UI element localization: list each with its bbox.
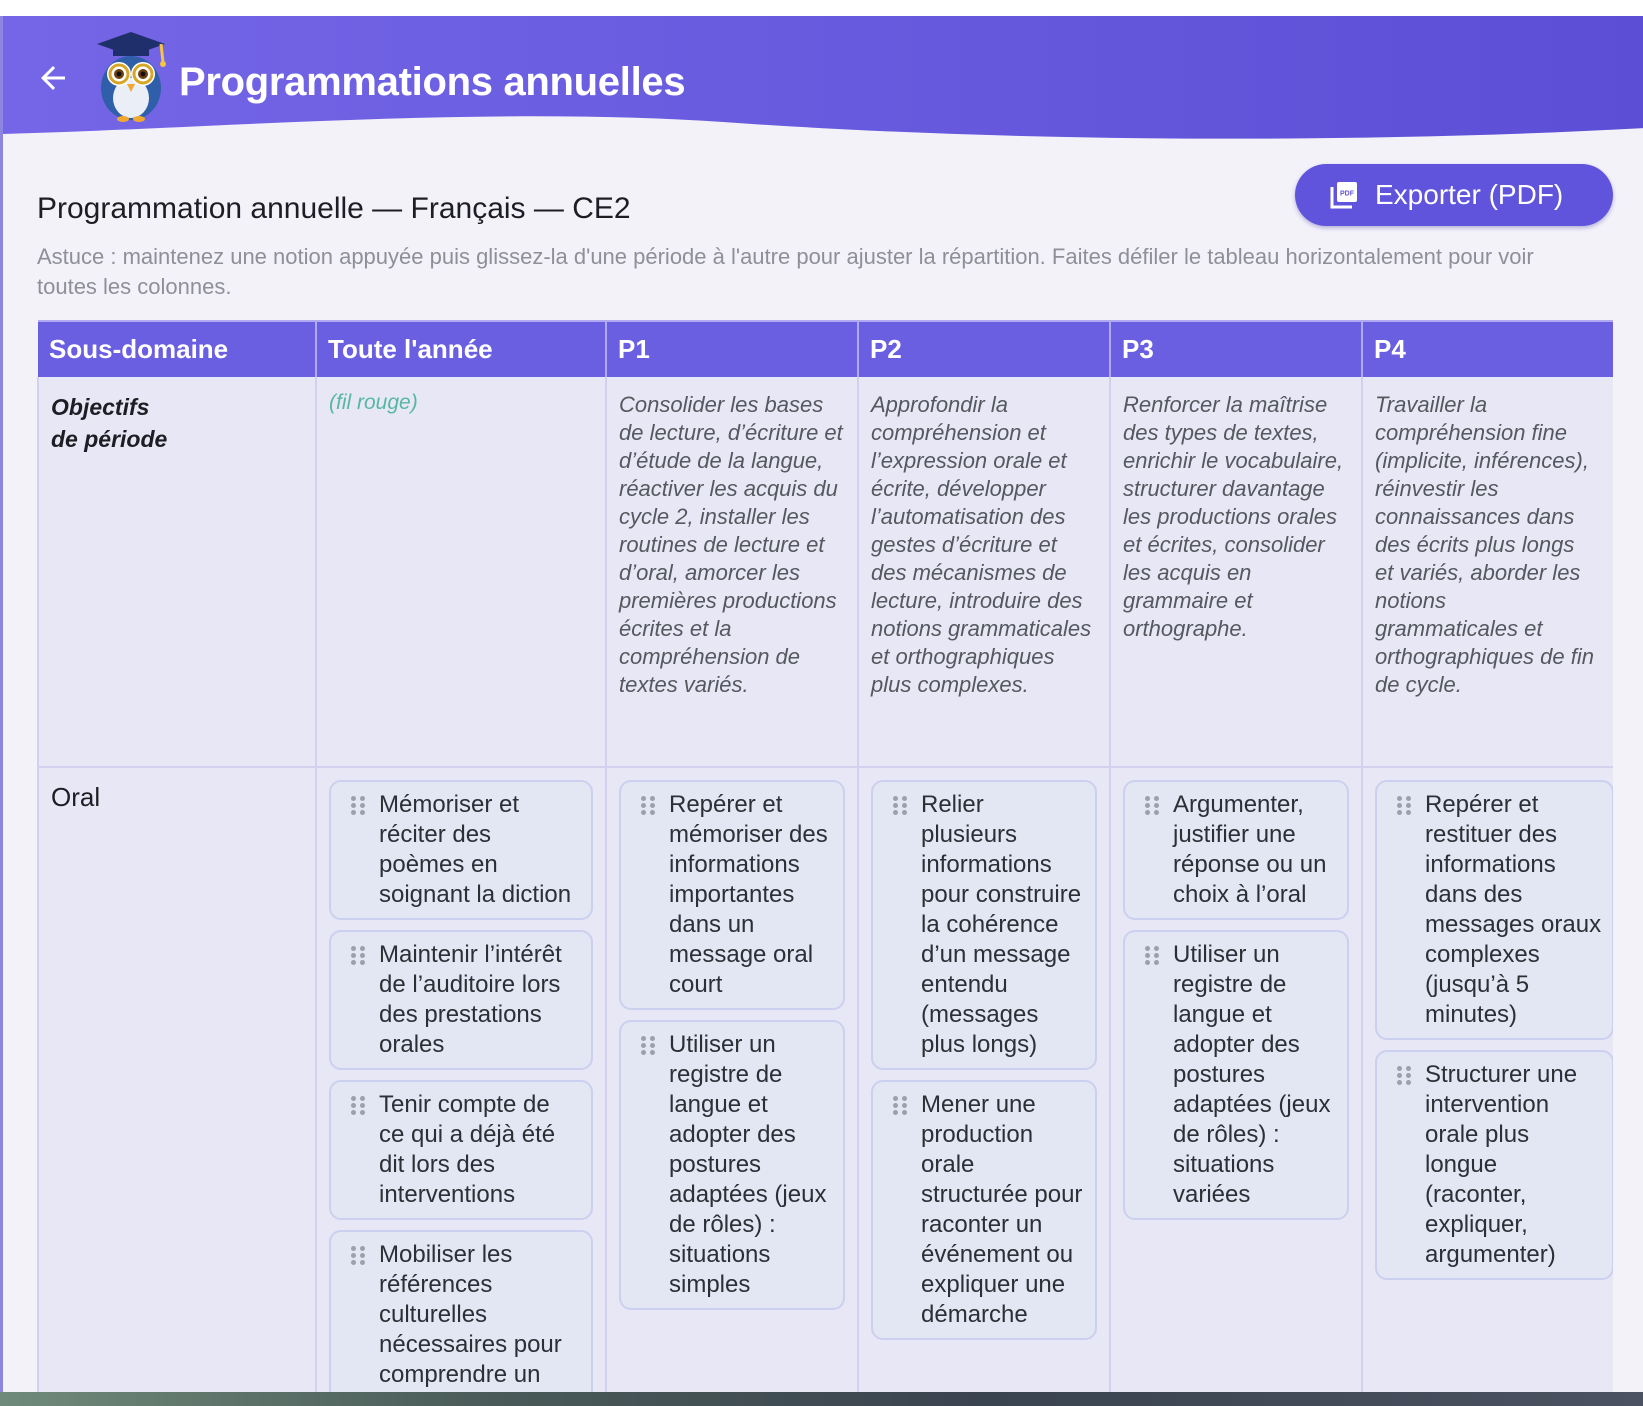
notion-text: Utiliser un registre de langue et adopte…: [1173, 941, 1331, 1208]
export-pdf-label: Exporter (PDF): [1375, 179, 1564, 210]
arrow-left-icon: [41, 66, 65, 90]
notion-text: Mener une production orale structurée po…: [921, 1091, 1083, 1328]
oral-p3-cell: Argumenter, justifier une réponse ou un …: [1109, 767, 1362, 1392]
table-header-row: Sous-domaine Toute l'année P1 P2 P3 P4: [38, 320, 1613, 377]
header-p1: P1: [605, 320, 858, 377]
drag-handle-icon[interactable]: [1397, 796, 1411, 816]
objectives-p2: Approfondir la compréhension et l’expres…: [857, 377, 1110, 768]
notion-card[interactable]: Structurer une intervention orale plus l…: [1375, 1050, 1613, 1280]
notion-text: Maintenir l’intérêt de l’auditoire lors …: [379, 941, 562, 1058]
notion-text: Utiliser un registre de langue et adopte…: [669, 1031, 827, 1298]
app-window: Programmations annuelles Programmation a…: [0, 16, 1643, 1392]
drag-handle-icon[interactable]: [1145, 946, 1159, 966]
desktop-bottom-strip: [0, 1392, 1643, 1406]
header-sous-domaine: Sous-domaine: [38, 320, 316, 377]
notion-card[interactable]: Utiliser un registre de langue et adopte…: [619, 1020, 845, 1310]
notion-card[interactable]: Relier plusieurs informations pour const…: [871, 780, 1097, 1070]
header-p2: P2: [857, 320, 1110, 377]
programming-table-scroll[interactable]: Sous-domaine Toute l'année P1 P2 P3 P4 O…: [37, 320, 1613, 1392]
drag-handle-icon[interactable]: [1145, 796, 1159, 816]
drag-handle-icon[interactable]: [351, 796, 365, 816]
header-toute-annee: Toute l'année: [315, 320, 606, 377]
objectives-label-line1: Objectifs: [51, 394, 150, 420]
drag-handle-icon[interactable]: [893, 796, 907, 816]
programming-table: Sous-domaine Toute l'année P1 P2 P3 P4 O…: [37, 320, 1613, 1392]
objectives-p1: Consolider les bases de lecture, d’écrit…: [605, 377, 858, 768]
drag-handle-icon[interactable]: [641, 796, 655, 816]
notion-text: Structurer une intervention orale plus l…: [1425, 1061, 1578, 1268]
notion-card[interactable]: Utiliser un registre de langue et adopte…: [1123, 930, 1349, 1220]
usage-hint: Astuce : maintenez une notion appuyée pu…: [37, 244, 1534, 299]
oral-p1-cell: Repérer et mémoriser des informations im…: [605, 767, 858, 1392]
back-button[interactable]: [27, 52, 79, 104]
objectives-row: Objectifs de période (fil rouge) Consoli…: [37, 377, 1613, 768]
notion-text: Repérer et restituer des informations da…: [1425, 791, 1602, 1028]
svg-text:PDF: PDF: [1340, 191, 1355, 198]
notion-text: Mobiliser les références culturelles néc…: [379, 1241, 562, 1392]
header-p4: P4: [1361, 320, 1613, 377]
top-strip: [0, 0, 1643, 16]
header-p3: P3: [1109, 320, 1362, 377]
notion-card[interactable]: Mener une production orale structurée po…: [871, 1080, 1097, 1340]
notion-text: Tenir compte de ce qui a déjà été dit lo…: [379, 1091, 556, 1208]
notion-card[interactable]: Mémoriser et réciter des poèmes en soign…: [329, 780, 593, 920]
objectives-label-line2: de période: [51, 426, 168, 452]
oral-p4-cell: Repérer et restituer des informations da…: [1361, 767, 1613, 1392]
notion-card[interactable]: Repérer et restituer des informations da…: [1375, 780, 1613, 1040]
objectives-all-year: (fil rouge): [315, 377, 606, 768]
drag-handle-icon[interactable]: [641, 1036, 655, 1056]
drag-handle-icon[interactable]: [351, 1096, 365, 1116]
oral-p2-cell: Relier plusieurs informations pour const…: [857, 767, 1110, 1392]
notion-text: Argumenter, justifier une réponse ou un …: [1173, 791, 1327, 908]
notion-text: Mémoriser et réciter des poèmes en soign…: [379, 791, 572, 908]
notion-card[interactable]: Repérer et mémoriser des informations im…: [619, 780, 845, 1010]
export-pdf-button[interactable]: PDF Exporter (PDF): [1295, 164, 1613, 226]
notion-text: Relier plusieurs informations pour const…: [921, 791, 1082, 1058]
app-title: Programmations annuelles: [179, 60, 686, 104]
page-title: Programmation annuelle — Français — CE2: [37, 192, 631, 225]
drag-handle-icon[interactable]: [351, 946, 365, 966]
notion-card[interactable]: Tenir compte de ce qui a déjà été dit lo…: [329, 1080, 593, 1220]
oral-all-year-cell: Mémoriser et réciter des poèmes en soign…: [315, 767, 606, 1392]
drag-handle-icon[interactable]: [893, 1096, 907, 1116]
drag-handle-icon[interactable]: [1397, 1066, 1411, 1086]
oral-row: Oral Mémoriser et réciter des poèmes en …: [37, 767, 1613, 1392]
pdf-icon: PDF: [1330, 182, 1357, 209]
notion-card[interactable]: Mobiliser les références culturelles néc…: [329, 1230, 593, 1392]
drag-handle-icon[interactable]: [351, 1246, 365, 1266]
owl-graduate-icon: [97, 32, 166, 122]
objectives-label: Objectifs de période: [37, 377, 316, 768]
objectives-p3: Renforcer la maîtrise des types de texte…: [1109, 377, 1362, 768]
app-bar: Programmations annuelles: [3, 16, 1643, 146]
objectives-p4: Travailler la compréhension fine (implic…: [1361, 377, 1613, 768]
oral-label: Oral: [37, 767, 316, 1392]
notion-card[interactable]: Maintenir l’intérêt de l’auditoire lors …: [329, 930, 593, 1070]
notion-text: Repérer et mémoriser des informations im…: [669, 791, 828, 998]
notion-card[interactable]: Argumenter, justifier une réponse ou un …: [1123, 780, 1349, 920]
